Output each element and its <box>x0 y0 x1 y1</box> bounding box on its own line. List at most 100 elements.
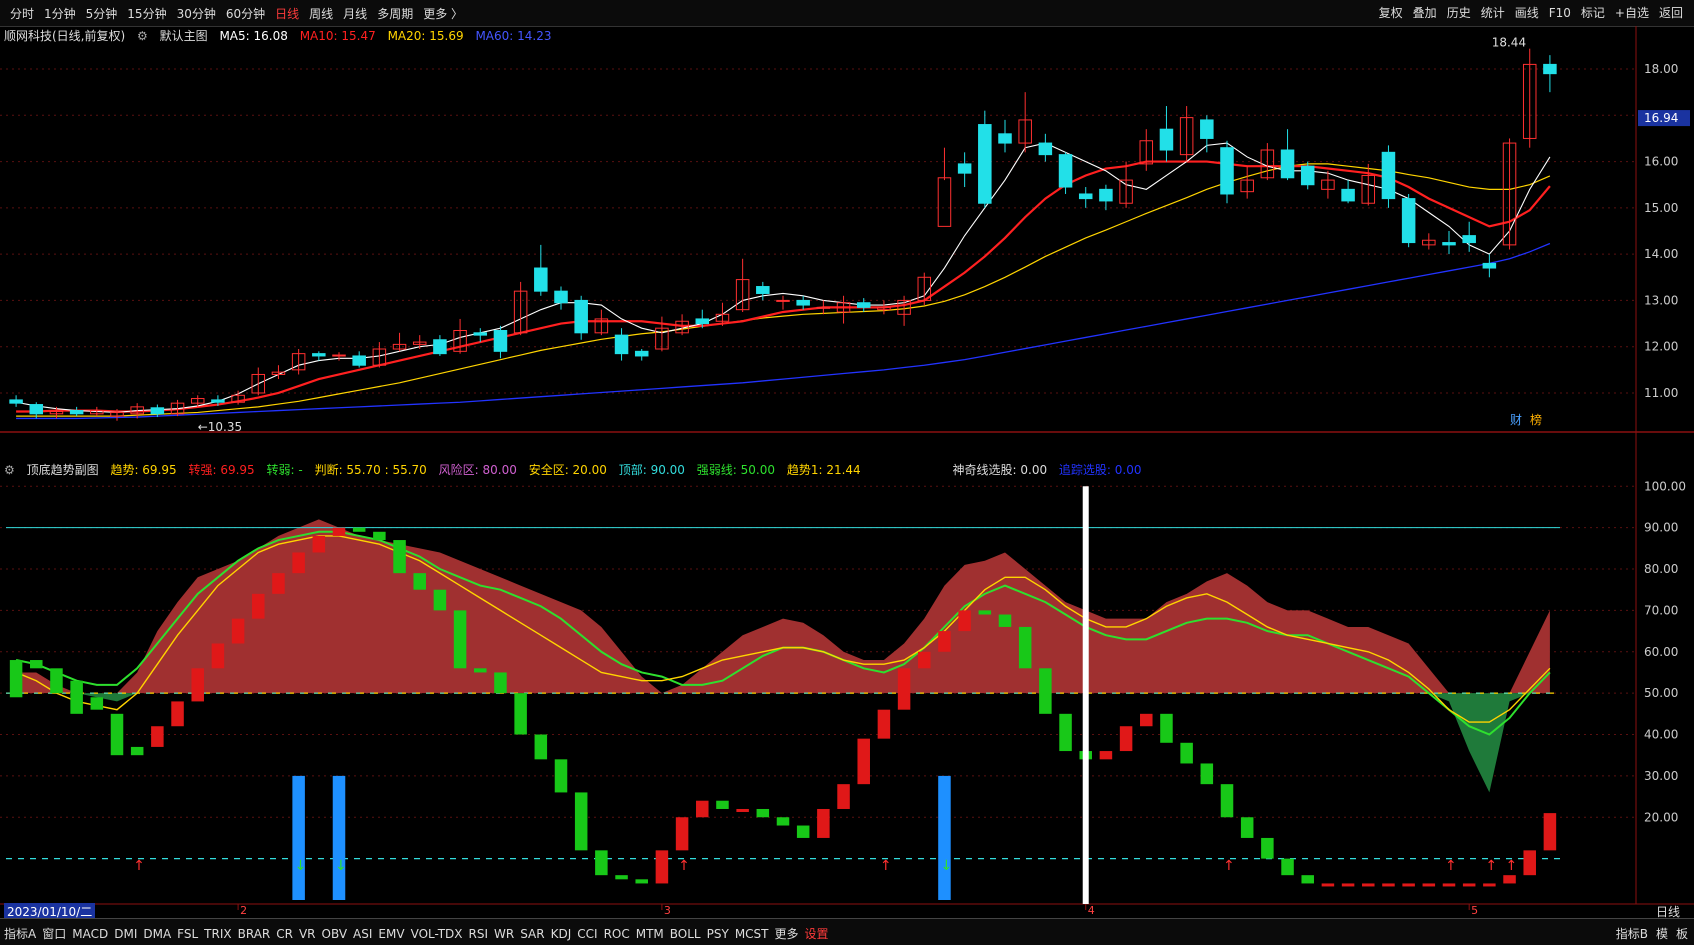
candle-body <box>150 407 165 415</box>
month-label: 4 <box>1088 904 1095 917</box>
candle-body <box>957 163 972 174</box>
trend-candle <box>373 531 386 541</box>
candle-body <box>937 177 952 227</box>
trend-candle <box>1261 837 1274 859</box>
period-tab-0[interactable]: 分时 <box>10 7 34 21</box>
chart-canvas[interactable]: 11.0012.0013.0014.0015.0016.0017.0018.00… <box>0 26 1694 918</box>
period-tab-5[interactable]: 60分钟 <box>226 7 265 21</box>
trend-candle <box>655 850 669 884</box>
main-y-tick: 11.00 <box>1644 386 1678 400</box>
trend-candle <box>938 631 951 652</box>
indicator-tab-3[interactable]: DMI <box>114 927 137 941</box>
trend-candle <box>1382 883 1395 887</box>
indicator-tab-11[interactable]: ASI <box>353 927 372 941</box>
trend-candle <box>595 850 608 876</box>
period-tab-6[interactable]: 日线 <box>275 7 299 21</box>
indicator-tab-2[interactable]: MACD <box>72 927 108 941</box>
trend-candle <box>1442 883 1456 887</box>
sub-y-tick: 50.00 <box>1644 686 1678 700</box>
main-y-tick: 18.00 <box>1644 62 1678 76</box>
period-tab-7[interactable]: 周线 <box>309 7 333 21</box>
cai-label: 财 <box>1510 413 1522 427</box>
toolbar-button-7[interactable]: +自选 <box>1610 5 1654 21</box>
candle-body <box>493 330 508 352</box>
toolbar-button-6[interactable]: 标记 <box>1576 5 1610 21</box>
toolbar-button-4[interactable]: 画线 <box>1510 5 1544 21</box>
toolbar-button-1[interactable]: 叠加 <box>1408 5 1442 21</box>
period-tab-4[interactable]: 30分钟 <box>177 7 216 21</box>
trend-candle <box>413 573 426 590</box>
indicator-tab-25[interactable]: 设置 <box>805 927 829 941</box>
trend-candle <box>1362 883 1375 887</box>
period-tab-3[interactable]: 15分钟 <box>127 7 166 21</box>
trend-candle <box>30 660 43 669</box>
trend-candle <box>857 738 870 785</box>
indicator-tab-18[interactable]: CCI <box>577 927 597 941</box>
candle-body <box>695 318 710 325</box>
period-tab-1[interactable]: 1分钟 <box>44 7 76 21</box>
trend-candle <box>1341 883 1355 887</box>
sub-y-tick: 20.00 <box>1644 810 1678 824</box>
indicator-tab-14[interactable]: RSI <box>469 927 489 941</box>
trend-candle <box>978 610 992 615</box>
indicator-tab-9[interactable]: VR <box>299 927 316 941</box>
indicator-tab-6[interactable]: TRIX <box>204 927 231 941</box>
period-tab-10[interactable]: 更多 〉 <box>423 7 463 21</box>
period-tab-2[interactable]: 5分钟 <box>86 7 118 21</box>
indicator-tab-23[interactable]: MCST <box>735 927 769 941</box>
indicator-tab-24[interactable]: 更多 <box>775 927 799 941</box>
trend-candle <box>877 709 891 739</box>
indicator-tab-12[interactable]: EMV <box>378 927 404 941</box>
ma10-line <box>16 160 1551 413</box>
candle-body <box>1220 147 1234 195</box>
candle-body <box>1482 262 1497 269</box>
indicator-tab-8[interactable]: CR <box>276 927 293 941</box>
indicator-tab-13[interactable]: VOL-TDX <box>411 927 463 941</box>
candle-body <box>332 354 346 357</box>
indicator-tab-7[interactable]: BRAR <box>238 927 271 941</box>
indicator-tab-5[interactable]: FSL <box>177 927 198 941</box>
candle-body <box>796 299 810 306</box>
candle-body <box>1159 128 1174 151</box>
indicator-tab-1[interactable]: 窗口 <box>42 927 66 941</box>
indicator-tab-20[interactable]: MTM <box>636 927 664 941</box>
bottom-right-tab-0[interactable]: 指标B <box>1616 927 1648 941</box>
indicator-tab-10[interactable]: OBV <box>322 927 348 941</box>
indicator-tab-22[interactable]: PSY <box>707 927 729 941</box>
trend-candle <box>231 618 245 644</box>
indicator-tab-17[interactable]: KDJ <box>551 927 572 941</box>
trend-candle <box>918 651 931 669</box>
buy-arrow-icon: ↑ <box>678 858 690 874</box>
month-label: 3 <box>664 904 671 917</box>
indicator-tab-19[interactable]: ROC <box>604 927 630 941</box>
trend-candle <box>1160 713 1173 743</box>
month-label: 2 <box>240 904 247 917</box>
bottom-right-tab-1[interactable]: 模 <box>1656 927 1668 941</box>
candle-body <box>312 353 326 357</box>
toolbar-button-3[interactable]: 统计 <box>1476 5 1510 21</box>
period-tab-9[interactable]: 多周期 <box>377 7 413 21</box>
trend-candle <box>292 552 305 574</box>
trend-candle <box>796 825 810 838</box>
trend-candle <box>90 697 104 710</box>
period-tab-8[interactable]: 月线 <box>343 7 367 21</box>
candle-body <box>211 399 225 403</box>
main-y-tick: 15.00 <box>1644 201 1678 215</box>
indicator-tab-16[interactable]: SAR <box>520 927 544 941</box>
indicator-tab-4[interactable]: DMA <box>143 927 171 941</box>
toolbar-button-5[interactable]: F10 <box>1544 5 1576 21</box>
trend-candle <box>1281 858 1294 876</box>
indicator-tab-0[interactable]: 指标A <box>4 927 36 941</box>
toolbar-button-0[interactable]: 复权 <box>1374 5 1408 21</box>
toolbar-actions: 复权 叠加 历史 统计 画线 F10 标记 +自选 返回 <box>1374 4 1688 21</box>
bottom-right-tabs: 指标B 模板 <box>1608 925 1688 942</box>
indicator-tab-21[interactable]: BOLL <box>670 927 701 941</box>
indicator-tab-15[interactable]: WR <box>494 927 514 941</box>
toolbar-button-2[interactable]: 历史 <box>1442 5 1476 21</box>
toolbar-button-8[interactable]: 返回 <box>1654 5 1688 21</box>
trend-candle <box>736 808 749 812</box>
month-label: 5 <box>1471 904 1478 917</box>
buy-arrow-icon: ↑ <box>1506 858 1518 874</box>
trend-candle <box>776 817 790 826</box>
bottom-right-tab-2[interactable]: 板 <box>1676 927 1688 941</box>
